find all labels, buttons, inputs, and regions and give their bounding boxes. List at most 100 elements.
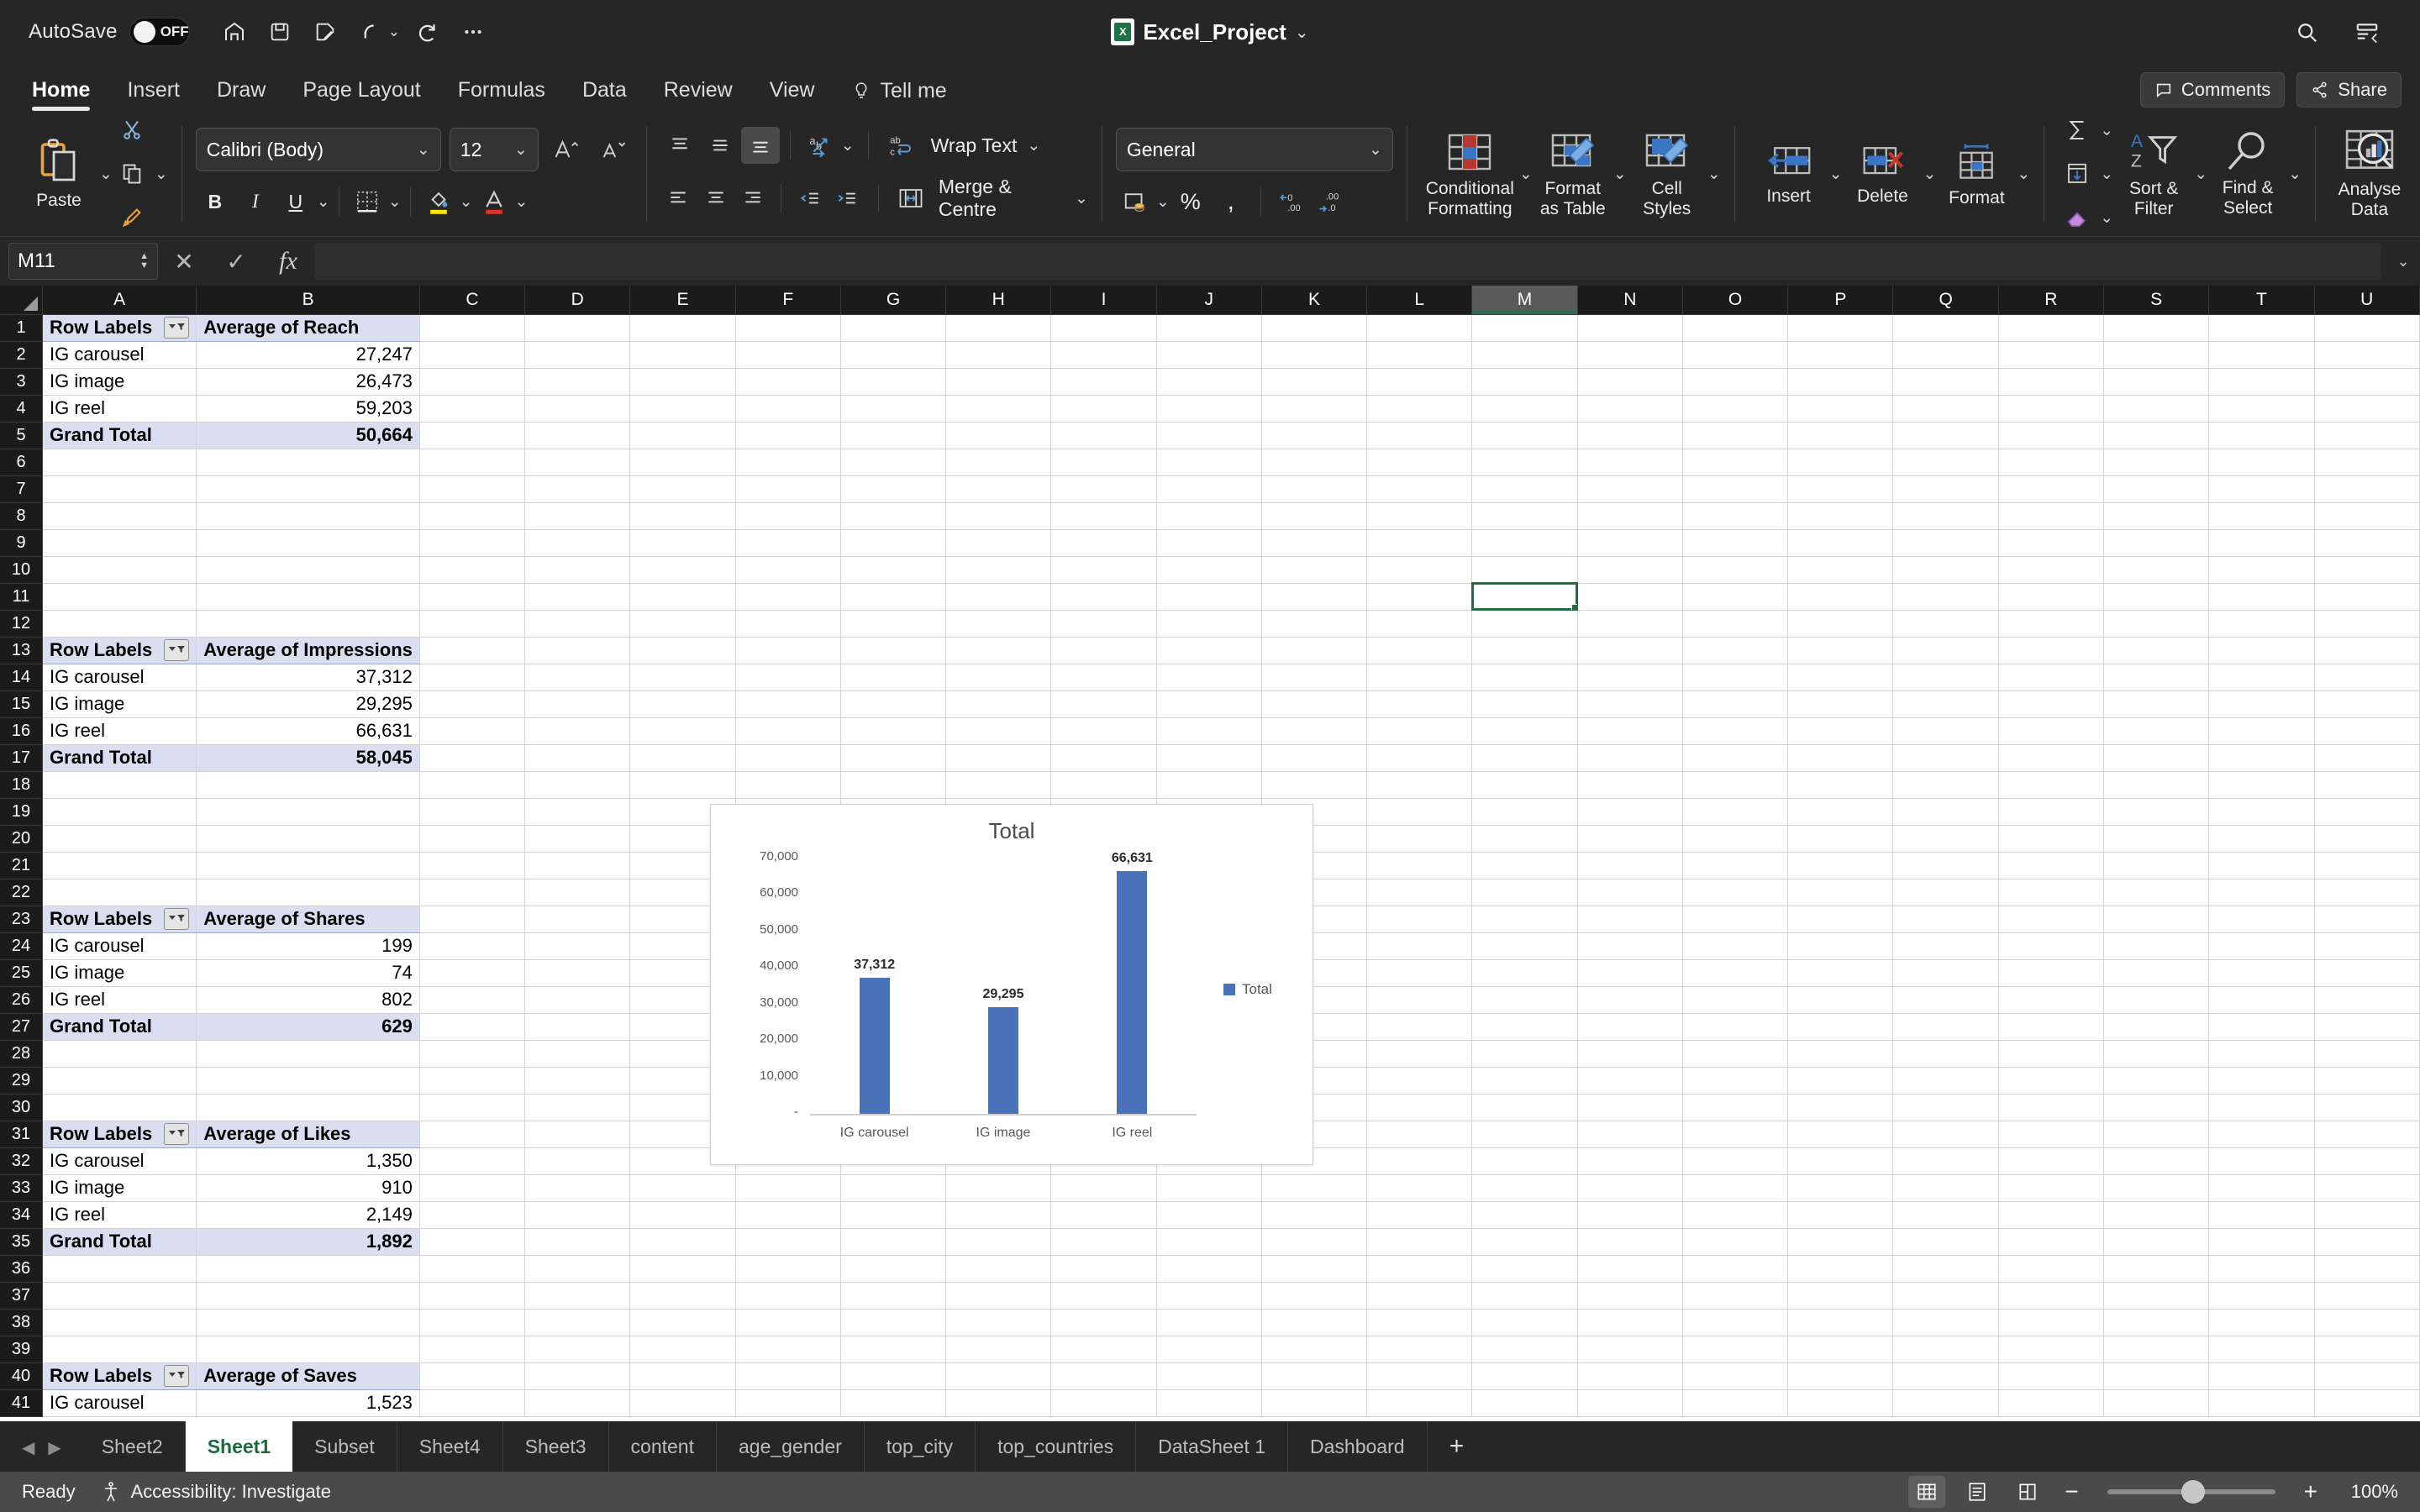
cell-L4[interactable] [1366, 395, 1473, 423]
row-header-35[interactable]: 35 [0, 1228, 44, 1256]
cell-K6[interactable] [1261, 449, 1368, 476]
cell-Q15[interactable] [1892, 690, 1999, 718]
cell-M23[interactable] [1471, 906, 1578, 933]
cell-C10[interactable] [419, 556, 526, 584]
cell-B16[interactable]: 66,631 [196, 717, 420, 745]
cell-T23[interactable] [2208, 906, 2315, 933]
analyse-data-button[interactable]: Analyse Data [2329, 124, 2410, 223]
cell-O36[interactable] [1682, 1255, 1789, 1283]
cell-B17[interactable]: 58,045 [196, 743, 420, 772]
cell-H13[interactable] [945, 637, 1052, 664]
cell-M24[interactable] [1471, 932, 1578, 960]
cell-B19[interactable] [196, 798, 420, 826]
formula-bar-expand-chevron-down-icon[interactable]: ⌄ [2386, 253, 2420, 270]
cell-I2[interactable] [1050, 341, 1157, 369]
row-header-16[interactable]: 16 [0, 717, 44, 745]
cell-R38[interactable] [1998, 1309, 2105, 1336]
cell-Q5[interactable] [1892, 422, 1999, 449]
cell-E14[interactable] [629, 664, 736, 691]
cell-T7[interactable] [2208, 475, 2315, 503]
cell-T38[interactable] [2208, 1309, 2315, 1336]
align-top-button[interactable] [660, 127, 699, 164]
cell-U3[interactable] [2314, 368, 2420, 396]
cell-S28[interactable] [2103, 1040, 2210, 1068]
cell-P13[interactable] [1787, 637, 1894, 664]
row-header-28[interactable]: 28 [0, 1040, 44, 1068]
insert-cells-chevron-down-icon[interactable]: ⌄ [1829, 165, 1843, 184]
cell-B8[interactable] [196, 502, 420, 530]
sheet-tab-top_city[interactable]: top_city [865, 1421, 976, 1472]
cell-C17[interactable] [419, 744, 526, 772]
cell-N14[interactable] [1577, 664, 1683, 691]
cell-Q13[interactable] [1892, 637, 1999, 664]
cell-C22[interactable] [419, 879, 526, 906]
cell-E8[interactable] [629, 502, 736, 530]
cell-O15[interactable] [1682, 690, 1789, 718]
cell-N24[interactable] [1577, 932, 1683, 960]
cell-S1[interactable] [2103, 314, 2210, 342]
cell-P18[interactable] [1787, 771, 1894, 799]
conditional-formatting-chevron-down-icon[interactable]: ⌄ [1519, 165, 1533, 184]
cell-S36[interactable] [2103, 1255, 2210, 1283]
cell-R8[interactable] [1998, 502, 2105, 530]
cell-O23[interactable] [1682, 906, 1789, 933]
cell-J9[interactable] [1156, 529, 1262, 557]
cell-R28[interactable] [1998, 1040, 2105, 1068]
zoom-in-button[interactable]: + [2299, 1478, 2323, 1505]
cell-C1[interactable] [419, 314, 526, 342]
cell-O18[interactable] [1682, 771, 1789, 799]
cell-L27[interactable] [1366, 1013, 1473, 1041]
cell-U40[interactable] [2314, 1362, 2420, 1390]
cell-E9[interactable] [629, 529, 736, 557]
cell-E36[interactable] [629, 1255, 736, 1283]
cell-H12[interactable] [945, 610, 1052, 638]
cell-S18[interactable] [2103, 771, 2210, 799]
borders-chevron-down-icon[interactable]: ⌄ [388, 192, 402, 212]
cell-G14[interactable] [840, 664, 947, 691]
number-format-select[interactable]: General ⌄ [1115, 128, 1393, 171]
cell-U11[interactable] [2314, 583, 2420, 611]
cell-S19[interactable] [2103, 798, 2210, 826]
cell-F40[interactable] [735, 1362, 841, 1390]
cell-C8[interactable] [419, 502, 526, 530]
cell-B11[interactable] [196, 583, 420, 611]
cell-B14[interactable]: 37,312 [196, 664, 420, 691]
cell-B18[interactable] [196, 771, 420, 799]
cell-U36[interactable] [2314, 1255, 2420, 1283]
cell-K18[interactable] [1261, 771, 1368, 799]
autosum-button[interactable] [2058, 112, 2096, 149]
cell-Q11[interactable] [1892, 583, 1999, 611]
cell-S17[interactable] [2103, 744, 2210, 772]
cell-I40[interactable] [1050, 1362, 1157, 1390]
cell-D14[interactable] [524, 664, 631, 691]
cell-J6[interactable] [1156, 449, 1262, 476]
cell-O2[interactable] [1682, 341, 1789, 369]
cell-A34[interactable]: IG reel [42, 1201, 197, 1229]
cell-S37[interactable] [2103, 1282, 2210, 1310]
cell-L18[interactable] [1366, 771, 1473, 799]
cell-S23[interactable] [2103, 906, 2210, 933]
cell-Q37[interactable] [1892, 1282, 1999, 1310]
cell-P40[interactable] [1787, 1362, 1894, 1390]
row-header-32[interactable]: 32 [0, 1147, 44, 1175]
cell-I39[interactable] [1050, 1336, 1157, 1363]
cell-A18[interactable] [42, 771, 197, 799]
cell-K15[interactable] [1261, 690, 1368, 718]
cell-U41[interactable] [2314, 1389, 2420, 1417]
cell-P6[interactable] [1787, 449, 1894, 476]
cell-M28[interactable] [1471, 1040, 1578, 1068]
cell-L25[interactable] [1366, 959, 1473, 987]
cell-H10[interactable] [945, 556, 1052, 584]
cell-E6[interactable] [629, 449, 736, 476]
cell-L22[interactable] [1366, 879, 1473, 906]
accounting-chevron-down-icon[interactable]: ⌄ [1156, 192, 1170, 212]
sheet-tab-age_gender[interactable]: age_gender [717, 1421, 865, 1472]
column-header-U[interactable]: U [2314, 286, 2420, 315]
cell-J38[interactable] [1156, 1309, 1262, 1336]
cell-P19[interactable] [1787, 798, 1894, 826]
column-header-I[interactable]: I [1050, 286, 1157, 315]
chart-bar[interactable] [988, 1006, 1018, 1114]
cell-I17[interactable] [1050, 744, 1157, 772]
cell-L9[interactable] [1366, 529, 1473, 557]
cell-C11[interactable] [419, 583, 526, 611]
